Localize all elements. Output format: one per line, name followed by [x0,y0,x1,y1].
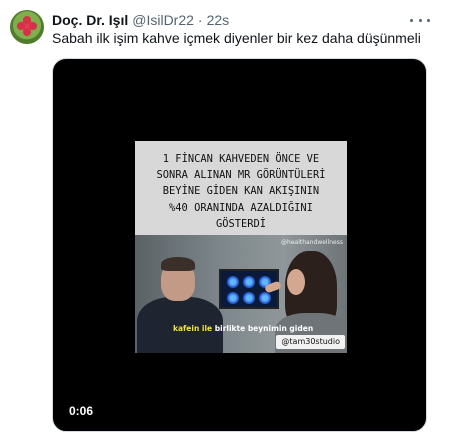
video-subtitle: kafein ile birlikte beynimin giden [173,324,314,333]
more-options-button[interactable] [410,12,430,28]
studio-tag: @tam30studio [276,335,345,349]
video-watermark: @healthandwellness [281,239,343,246]
caption-line: 1 FİNCAN KAHVEDEN ÖNCE VE [162,153,320,165]
video-player[interactable]: 1 FİNCAN KAHVEDEN ÖNCE VE SONRA ALINAN M… [52,58,427,432]
avatar[interactable] [10,10,44,44]
caption-line: SONRA ALINAN MR GÖRÜNTÜLERİ [156,169,326,182]
author-handle[interactable]: @IsilDr22 [132,12,194,28]
video-duration: 0:06 [69,404,94,418]
author-name[interactable]: Doç. Dr. Işıl [52,12,128,28]
separator-dot: · [197,12,203,28]
caption-line: BEYİNE GİDEN KAN AKIŞININ [162,185,320,198]
caption-line: GÖSTERDİ [215,217,267,230]
tweet-header: Doç. Dr. Işıl @IsilDr22 · 22s [52,11,229,29]
timestamp[interactable]: 22s [207,12,230,28]
caption-line: %40 ORANINDA AZALDIĞINI [169,201,313,214]
more-horizontal-icon [410,18,413,22]
video-caption: 1 FİNCAN KAHVEDEN ÖNCE VE SONRA ALINAN M… [137,151,345,232]
tweet-text: Sabah ilk işim kahve içmek diyenler bir … [52,30,421,46]
video-caption-box: 1 FİNCAN KAHVEDEN ÖNCE VE SONRA ALINAN M… [135,141,347,235]
video-frame: 1 FİNCAN KAHVEDEN ÖNCE VE SONRA ALINAN M… [135,141,347,353]
tweet: Doç. Dr. Işıl @IsilDr22 · 22s Sabah ilk … [0,0,450,443]
